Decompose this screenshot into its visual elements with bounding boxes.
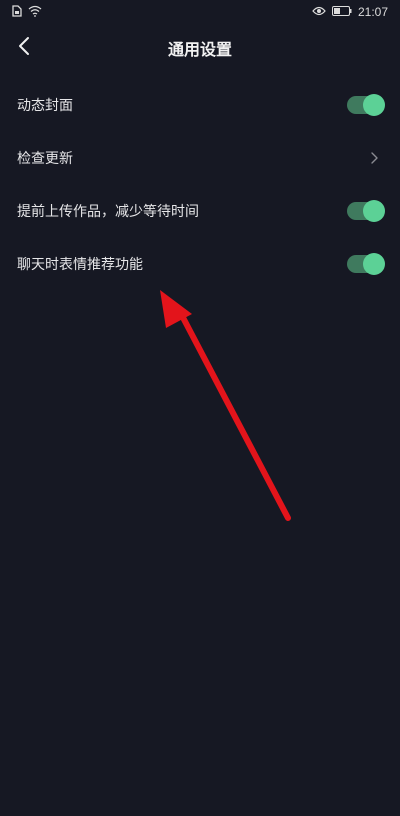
dynamic-cover-toggle[interactable] [347, 93, 385, 116]
toggle-knob [363, 93, 385, 116]
toggle-knob [363, 252, 385, 275]
setting-row-check-update[interactable]: 检查更新 [0, 131, 400, 184]
arrow-shaft [175, 305, 291, 521]
setting-row-emoji-recommend[interactable]: 聊天时表情推荐功能 [0, 237, 400, 290]
status-bar: 21:07 [0, 0, 400, 24]
chevron-right-icon [367, 151, 381, 165]
eye-icon [312, 5, 326, 19]
pre-upload-toggle[interactable] [347, 199, 385, 222]
setting-label: 检查更新 [17, 150, 73, 167]
battery-icon [331, 5, 352, 19]
setting-label: 动态封面 [17, 97, 73, 114]
page-title: 通用设置 [167, 40, 232, 59]
settings-list: 动态封面 检查更新 提前上传作品，减少等待时间 聊天时表情推荐功能 [0, 78, 400, 290]
wifi-icon [28, 5, 42, 20]
toggle-knob [363, 199, 385, 222]
setting-label: 聊天时表情推荐功能 [17, 256, 143, 273]
sim-icon [12, 4, 22, 20]
emoji-recommend-toggle[interactable] [347, 252, 385, 275]
nav-bar: 通用设置 [0, 24, 400, 72]
setting-row-dynamic-cover[interactable]: 动态封面 [0, 78, 400, 131]
status-left [12, 4, 42, 20]
status-time: 21:07 [357, 5, 388, 19]
setting-row-pre-upload[interactable]: 提前上传作品，减少等待时间 [0, 184, 400, 237]
setting-label: 提前上传作品，减少等待时间 [17, 203, 199, 220]
arrow-head [160, 290, 192, 328]
status-right: 21:07 [312, 5, 388, 19]
